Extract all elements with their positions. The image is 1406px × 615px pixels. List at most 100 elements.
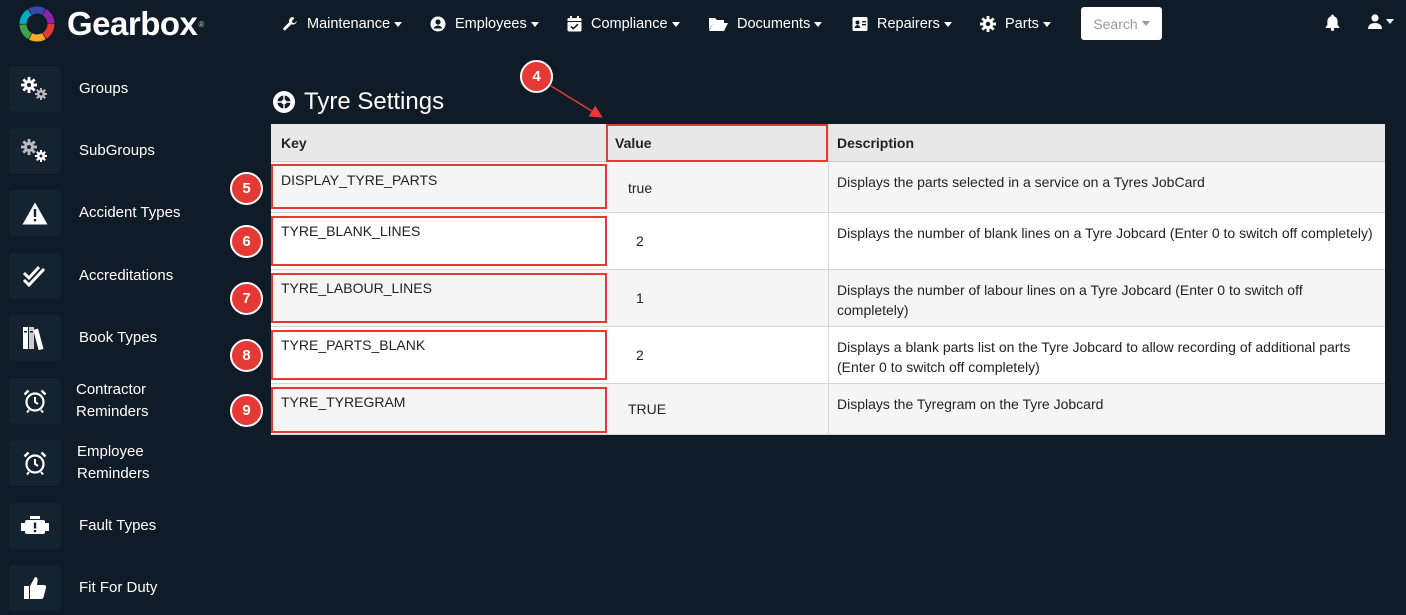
- sidebar-item-label: Groups: [79, 80, 129, 97]
- search-dropdown[interactable]: Search: [1081, 7, 1162, 40]
- annotation-badge-8: 8: [230, 339, 263, 372]
- nav-repairers-label: Repairers: [877, 16, 940, 32]
- gearbox-logo[interactable]: Gearbox ®: [17, 4, 204, 44]
- setting-description: Displays the number of labour lines on a…: [828, 270, 1385, 326]
- sidebar-icon-box: [9, 440, 61, 486]
- gears-icon: [21, 139, 47, 162]
- table-row[interactable]: TYRE_TYREGRAM TRUE Displays the Tyregram…: [271, 384, 1385, 435]
- sidebar-item-employee-reminders[interactable]: Employee Reminders: [0, 434, 230, 492]
- setting-description: Displays the number of blank lines on a …: [828, 213, 1385, 269]
- sidebar-item-subgroups[interactable]: SubGroups: [0, 122, 230, 180]
- sidebar-item-label: Fault Types: [79, 517, 157, 534]
- id-card-icon: [852, 17, 868, 31]
- chevron-down-icon: [530, 21, 539, 27]
- setting-value: 2: [636, 233, 644, 249]
- table-row[interactable]: TYRE_LABOUR_LINES 1 Displays the number …: [271, 270, 1385, 327]
- books-icon: [23, 327, 44, 350]
- setting-value: TRUE: [628, 401, 667, 417]
- search-label: Search: [1093, 15, 1138, 32]
- chevron-down-icon: [1386, 19, 1394, 24]
- annotation-badge-6: 6: [230, 225, 263, 258]
- app-name: Gearbox: [67, 5, 198, 42]
- user-circle-icon: [430, 16, 446, 32]
- annotation-badge-9: 9: [230, 394, 263, 427]
- chevron-down-icon: [1141, 21, 1150, 26]
- sidebar-item-label: Accreditations: [79, 267, 174, 284]
- gearbox-logo-icon: [19, 6, 55, 42]
- sidebar-item-label: Contractor Reminders: [76, 381, 149, 420]
- nav-repairers[interactable]: Repairers: [852, 13, 952, 35]
- double-check-icon: [22, 265, 46, 287]
- sidebar-item-label: Book Types: [79, 329, 158, 346]
- setting-value: true: [628, 180, 653, 196]
- annotation-badge-5: 5: [230, 172, 263, 205]
- user-menu[interactable]: [1368, 14, 1394, 29]
- sidebar-item-label: Accident Types: [79, 204, 181, 221]
- sidebar-item-label: SubGroups: [79, 142, 155, 159]
- sidebar-item-groups[interactable]: Groups: [0, 60, 230, 118]
- top-navbar: Gearbox ® Maintenance Employees Complianc…: [0, 0, 1406, 48]
- sidebar-item-book-types[interactable]: Book Types: [0, 309, 230, 367]
- sidebar-item-accident-types[interactable]: Accident Types: [0, 184, 230, 242]
- calendar-check-icon: [567, 16, 582, 32]
- sidebar-icon-box: [9, 253, 61, 299]
- setting-value: 2: [636, 347, 644, 363]
- annotation-badge-4: 4: [520, 60, 553, 93]
- setting-key: TYRE_PARTS_BLANK: [281, 337, 426, 353]
- nav-compliance[interactable]: Compliance: [567, 13, 680, 35]
- nav-documents[interactable]: Documents: [709, 13, 823, 35]
- bell-icon: [1325, 14, 1340, 31]
- table-body: DISPLAY_TYRE_PARTS true Displays the par…: [271, 162, 1385, 435]
- page-title: Tyre Settings: [272, 88, 444, 116]
- wrench-icon: [283, 17, 297, 31]
- warning-icon: [22, 202, 48, 224]
- setting-key: DISPLAY_TYRE_PARTS: [281, 172, 438, 188]
- chevron-down-icon: [943, 21, 952, 27]
- table-row[interactable]: DISPLAY_TYRE_PARTS true Displays the par…: [271, 162, 1385, 213]
- table-header: Key Value Description: [271, 124, 1385, 162]
- nav-documents-label: Documents: [737, 16, 811, 32]
- nav-employees[interactable]: Employees: [430, 13, 539, 35]
- table-row[interactable]: TYRE_BLANK_LINES 2 Displays the number o…: [271, 213, 1385, 270]
- alarm-clock-icon: [23, 389, 47, 413]
- nav-compliance-label: Compliance: [591, 16, 668, 32]
- alarm-clock-icon: [23, 451, 47, 475]
- column-header-value[interactable]: Value: [608, 124, 828, 161]
- setting-description: Displays the Tyregram on the Tyre Jobcar…: [828, 384, 1385, 434]
- nav-employees-label: Employees: [455, 16, 527, 32]
- sidebar-item-label: Employee Reminders: [77, 443, 150, 482]
- sidebar-icon-box: [9, 503, 61, 549]
- setting-description: Displays the parts selected in a service…: [828, 162, 1385, 212]
- page-title-text: Tyre Settings: [304, 88, 445, 115]
- sidebar-item-accreditations[interactable]: Accreditations: [0, 247, 230, 305]
- folder-open-icon: [709, 17, 728, 31]
- nav-maintenance[interactable]: Maintenance: [282, 13, 403, 35]
- tyre-settings-table: Key Value Description DISPLAY_TYRE_PARTS…: [271, 124, 1385, 435]
- sidebar-item-contractor-reminders[interactable]: Contractor Reminders: [0, 372, 230, 430]
- notifications-button[interactable]: [1325, 14, 1340, 36]
- nav-parts[interactable]: Parts: [980, 13, 1051, 35]
- trademark: ®: [198, 19, 205, 29]
- setting-key: TYRE_TYREGRAM: [281, 394, 406, 410]
- setting-description: Displays a blank parts list on the Tyre …: [828, 327, 1385, 383]
- annotation-badge-7: 7: [230, 282, 263, 315]
- sidebar-icon-box: [9, 190, 61, 236]
- chevron-down-icon: [1042, 21, 1051, 27]
- user-icon: [1368, 14, 1382, 29]
- nav-parts-label: Parts: [1005, 16, 1039, 32]
- sidebar-item-fit-for-duty[interactable]: Fit For Duty: [0, 559, 230, 615]
- table-row[interactable]: TYRE_PARTS_BLANK 2 Displays a blank part…: [271, 327, 1385, 384]
- column-header-description[interactable]: Description: [828, 124, 1385, 161]
- nav-maintenance-label: Maintenance: [307, 16, 391, 32]
- setting-key: TYRE_LABOUR_LINES: [281, 280, 432, 296]
- sidebar-icon-box: [9, 128, 61, 174]
- sidebar-item-label: Fit For Duty: [79, 579, 158, 596]
- sidebar-item-fault-types[interactable]: Fault Types: [0, 497, 230, 555]
- column-header-key[interactable]: Key: [271, 124, 608, 161]
- gears-icon: [21, 77, 47, 100]
- sidebar-icon-box: [9, 565, 61, 611]
- engine-warning-icon: [21, 516, 49, 534]
- sidebar-icon-box: [9, 315, 61, 361]
- setting-key: TYRE_BLANK_LINES: [281, 223, 421, 239]
- chevron-down-icon: [394, 21, 403, 27]
